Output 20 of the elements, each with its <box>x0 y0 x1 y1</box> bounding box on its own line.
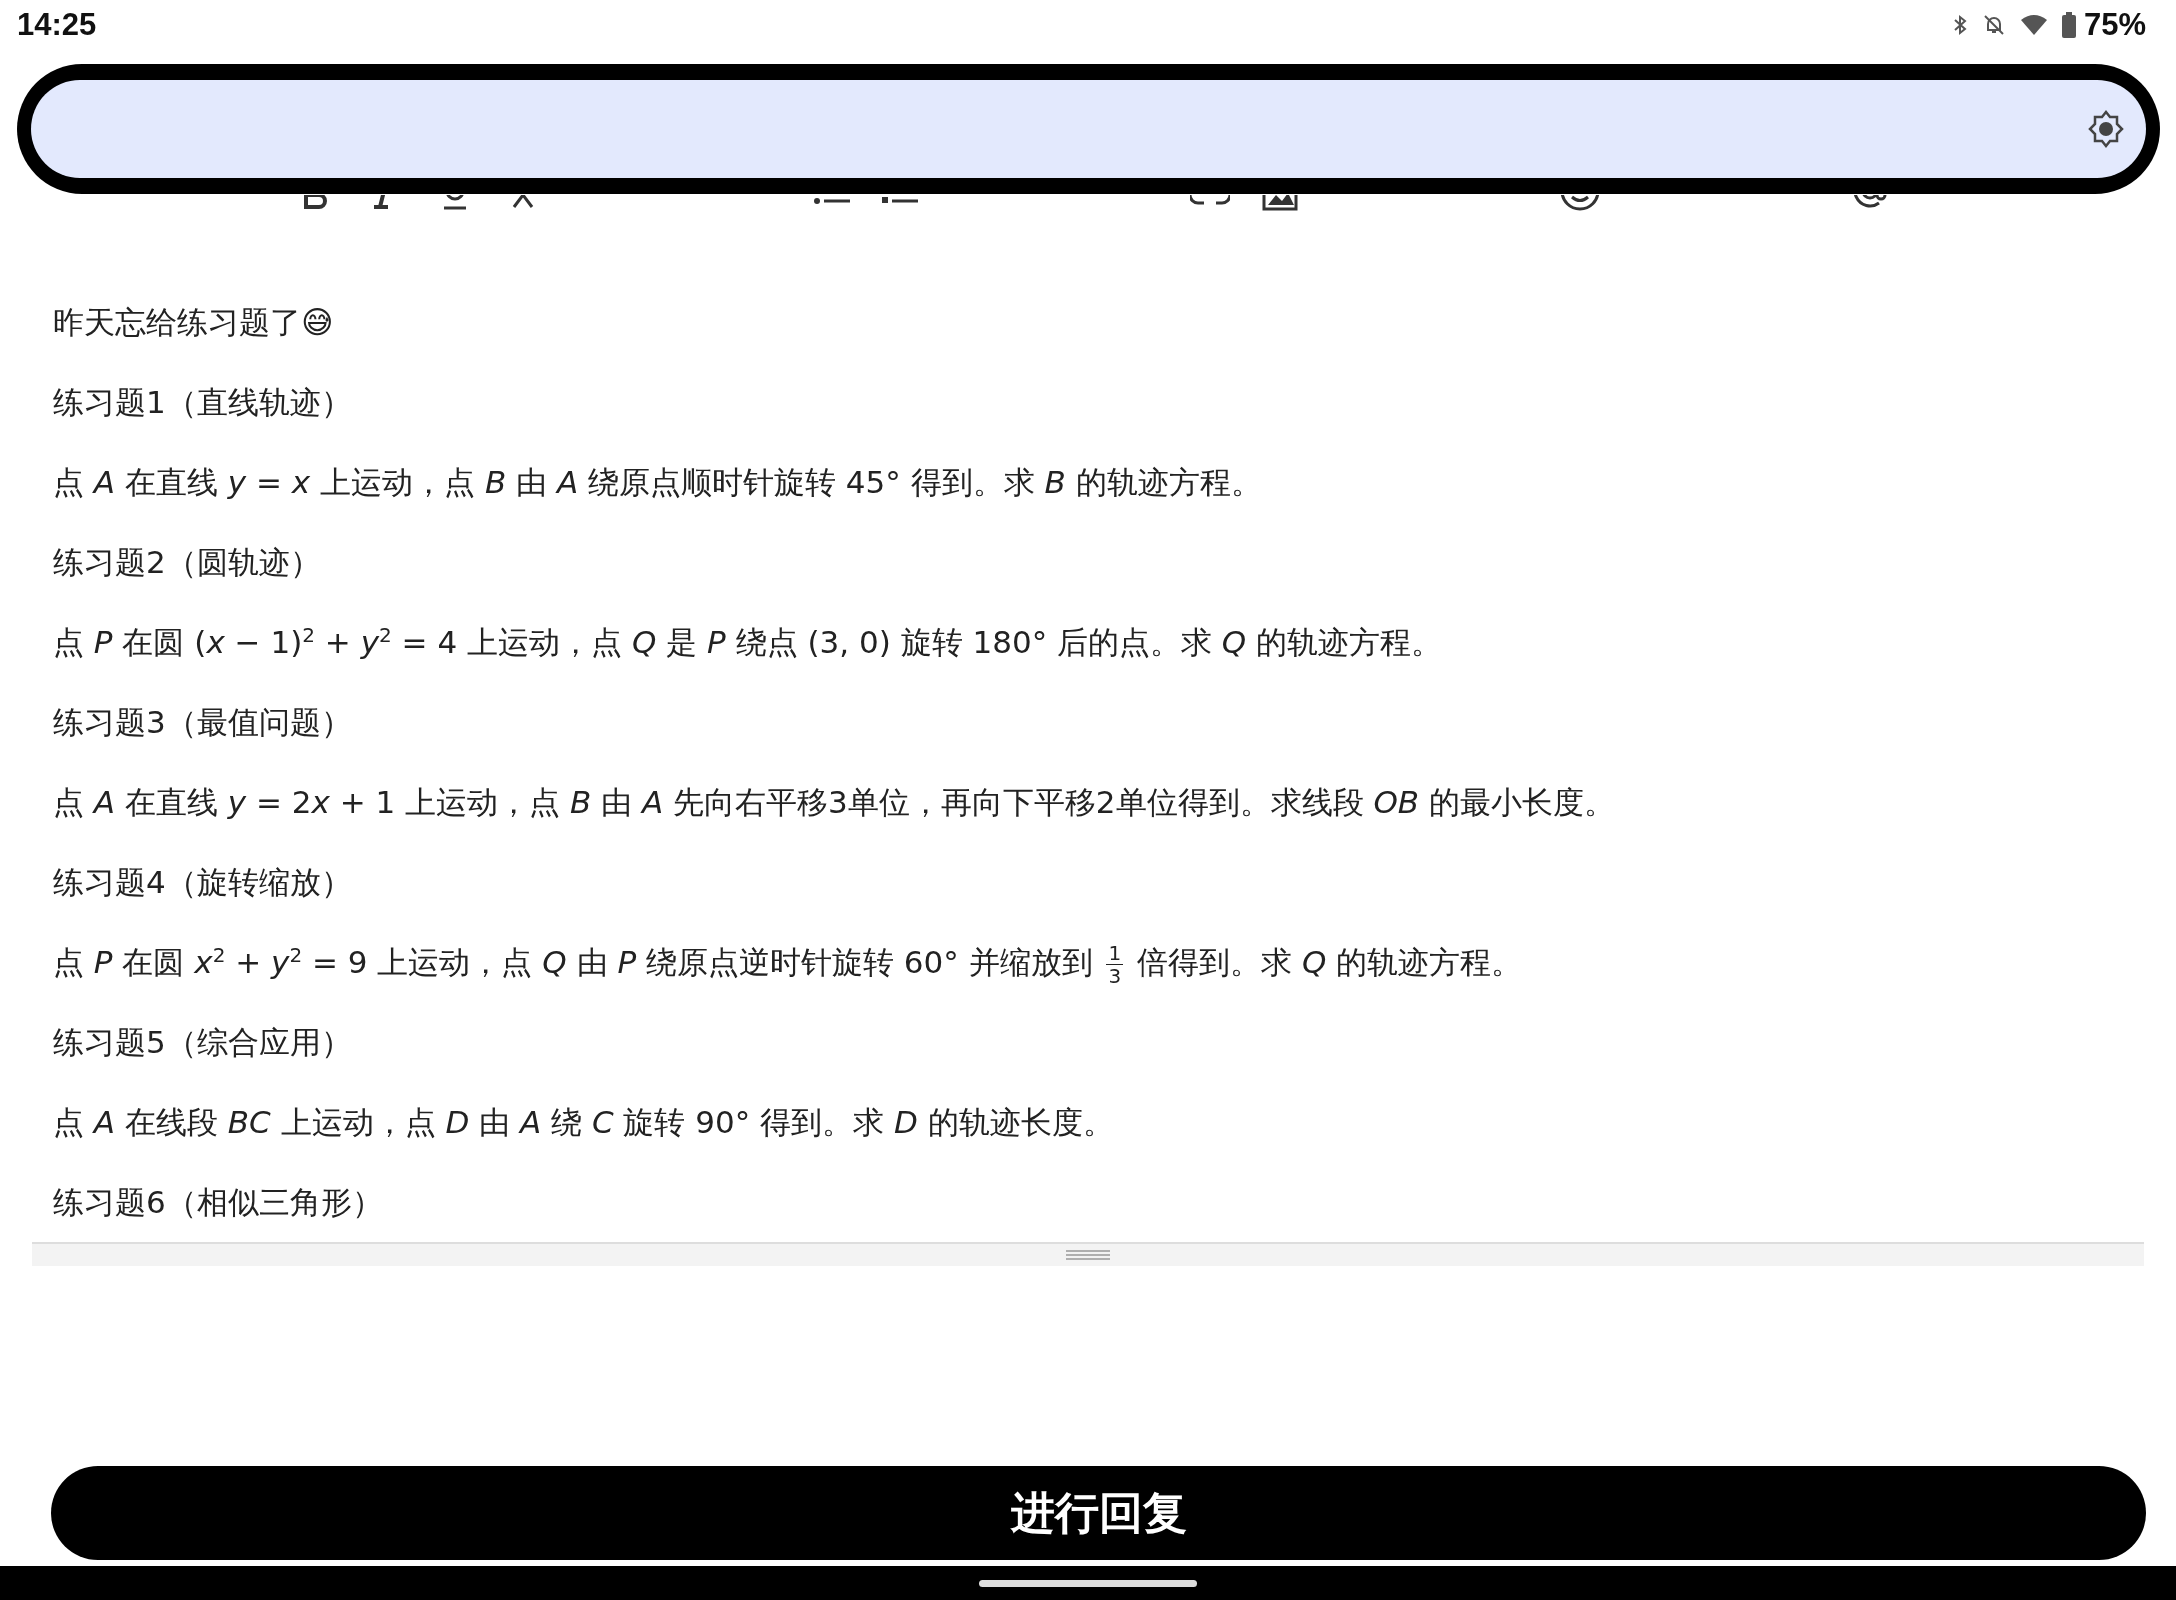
message-text: 练习题4（旋转缩放） <box>53 863 353 902</box>
message-text: 点 P 在圆 (x − 1)$^{2}$ + y$^{2}$ = 4 上运动，点 Q 是 P 绕点 (3, 0) 旋转 180° 后的点。求 Q 的轨迹方程。 <box>53 621 1444 662</box>
drag-handle-icon[interactable] <box>1066 1249 1110 1261</box>
wifi-icon <box>2019 14 2048 36</box>
status-time: 14:25 <box>17 7 97 43</box>
message-text: 点 A 在直线 y = x 上运动，点 B 由 A 绕原点顺时针旋转 45° 得到。求 B 的轨迹方程。 <box>53 463 1263 502</box>
muted-bell-icon <box>1981 13 2006 37</box>
message-text: 练习题3（最值问题） <box>53 703 353 742</box>
reply-button[interactable]: 进行回复 <box>51 1466 2146 1560</box>
battery-icon <box>2061 12 2076 38</box>
brightness-icon[interactable] <box>2086 109 2126 149</box>
message-text: 练习题1（直线轨迹） <box>53 383 353 422</box>
home-handle[interactable] <box>979 1579 1197 1587</box>
message-text: 练习题2（圆轨迹） <box>53 543 322 582</box>
message-text: 练习题5（综合应用） <box>53 1023 353 1062</box>
message-text: 点 A 在直线 y = 2x + 1 上运动，点 B 由 A 先向右平移3单位，再向下平移2单位得到。求线段 OB 的最小长度。 <box>53 783 1616 822</box>
battery-percent: 75% <box>2083 7 2146 43</box>
message-text: 练习题6（相似三角形） <box>53 1183 384 1222</box>
message-text: 昨天忘给练习题了😅 <box>53 303 335 342</box>
message-text: 点 A 在线段 BC 上运动，点 D 由 A 绕 C 旋转 90° 得到。求 D 的轨迹长度。 <box>53 1103 1115 1142</box>
